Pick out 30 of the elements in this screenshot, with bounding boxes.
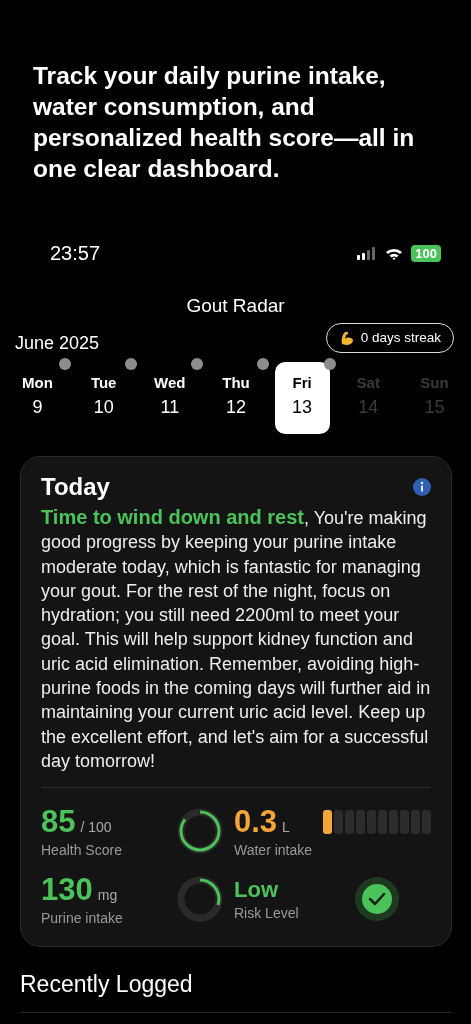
card-title: Today (41, 473, 110, 501)
streak-text: 0 days streak (360, 330, 441, 345)
purine-ring (176, 875, 224, 924)
metric-label: Health Score (41, 842, 123, 859)
month-label: June 2025 (15, 333, 100, 354)
section-title: Recently Logged (20, 971, 194, 999)
purine-unit: mg (97, 887, 118, 904)
advice-paragraph: Time to wind down and rest, You're making good progress by keeping your purine intake moderate today, which is fantastic for managing your gout. For the rest of the night, focus on hydration; you still need 2200ml to meet your goal. This will help support kidney function and uric acid elimination. Remember, avoiding high-purine foods in the coming days will further aid in maintaining your current uric acid level. Keep up the excellent effort, and let's aim for a successful day tomorrow! (41, 505, 431, 773)
metric-label: Water intake (234, 842, 314, 859)
purine-value: 130 (41, 872, 93, 909)
info-icon[interactable] (413, 478, 431, 496)
score-ring (176, 807, 224, 856)
signal-icon (357, 246, 378, 261)
metric-label: Purine intake (41, 910, 124, 927)
water-unit: L (282, 819, 290, 836)
app-title: Gout Radar (185, 295, 286, 317)
score-unit: / 100 (80, 819, 112, 836)
wifi-icon (385, 246, 404, 261)
water-value: 0.3 (234, 804, 278, 841)
day-tab[interactable]: Tue 10 (76, 362, 132, 434)
promo-text: Track your daily purine intake, water consumption, and personalized health score—all in one clear dashboard. (32, 61, 416, 184)
score-value: 85 (41, 804, 76, 841)
day-tab[interactable]: Mon 9 (10, 362, 65, 434)
battery-level: 100 (411, 245, 441, 262)
day-tab[interactable]: Fri 13 (274, 362, 330, 434)
risk-value: Low (234, 877, 279, 904)
status-time: 23:57 (50, 242, 101, 265)
day-tab[interactable]: Thu 12 (208, 362, 264, 434)
metric-label: Risk Level (234, 905, 300, 922)
day-tab[interactable]: Wed 11 (142, 362, 198, 434)
